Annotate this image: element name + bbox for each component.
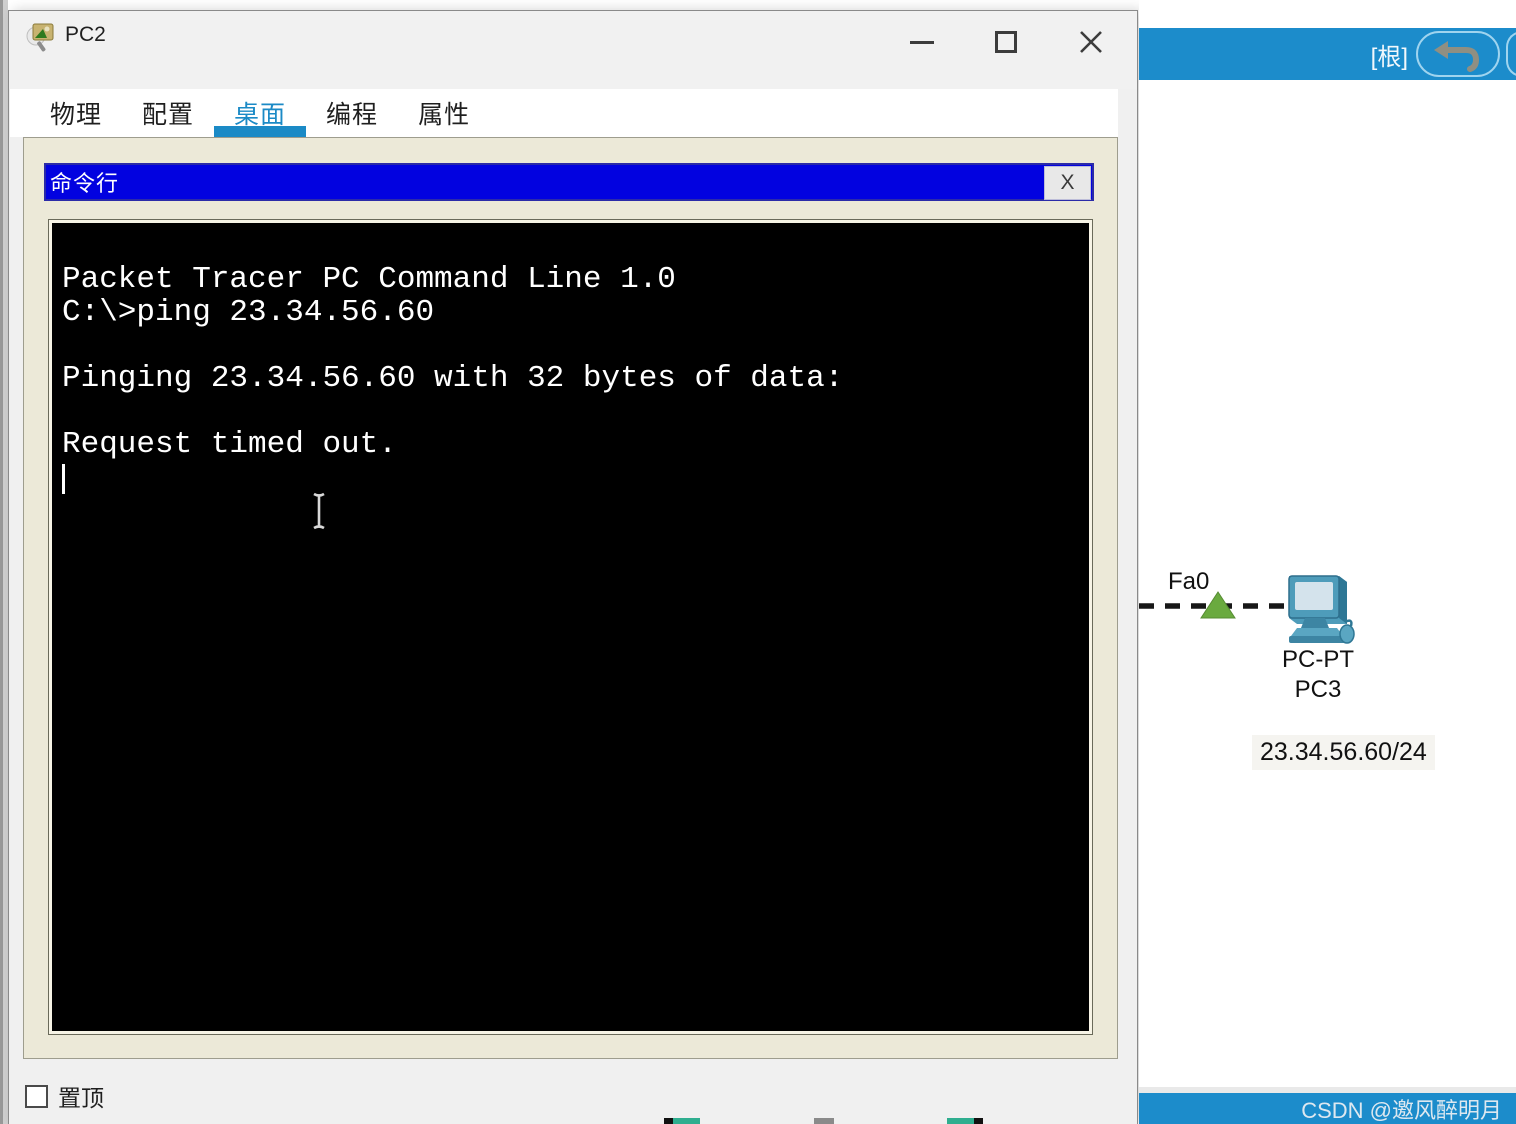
root-cluster-label: [根]	[1370, 43, 1408, 71]
pin-row: 置顶	[25, 1079, 104, 1113]
command-line-header: 命令行 X	[44, 163, 1094, 201]
mouse-ibeam-cursor	[310, 491, 328, 540]
device-dialog-icon	[23, 21, 57, 55]
desktop-tab-panel: 命令行 X Packet Tracer PC Command Line 1.0 …	[23, 137, 1118, 1059]
close-icon	[1080, 31, 1102, 53]
taskbar-icon-sliver	[664, 1118, 700, 1124]
partial-toolbar-button[interactable]	[1506, 31, 1516, 77]
window-title: PC2	[65, 23, 106, 46]
pc2-device-dialog: PC2 物理 配置 桌面 编程 属性 命令行 X Packet Tracer P…	[8, 10, 1138, 1124]
undo-arrow-icon	[1434, 41, 1480, 72]
workspace: [根]	[1139, 0, 1516, 1124]
minimize-button[interactable]	[898, 19, 946, 65]
maximize-icon	[995, 31, 1017, 53]
tab-config[interactable]: 配置	[122, 89, 214, 137]
terminal-line: Request timed out.	[62, 427, 397, 462]
terminal[interactable]: Packet Tracer PC Command Line 1.0 C:\>pi…	[48, 219, 1093, 1035]
minimize-icon	[910, 40, 934, 44]
keep-on-top-label: 置顶	[58, 1085, 104, 1111]
terminal-line: C:\>ping 23.34.56.60	[62, 295, 435, 330]
taskbar-icon-sliver	[947, 1118, 983, 1124]
pc3-device-icon[interactable]	[1281, 572, 1359, 653]
tab-physical[interactable]: 物理	[30, 89, 122, 137]
maximize-button[interactable]	[982, 19, 1030, 65]
terminal-caret	[62, 464, 65, 494]
taskbar-icon-sliver	[814, 1118, 834, 1124]
device-model-label: PC-PT	[1282, 646, 1354, 673]
workspace-toolbar: [根]	[1139, 28, 1516, 80]
undo-button[interactable]	[1416, 31, 1500, 77]
device-ip-label: 23.34.56.60/24	[1252, 735, 1435, 770]
command-line-title: 命令行	[50, 171, 120, 196]
titlebar[interactable]: PC2	[9, 11, 1137, 89]
screen: PC2 物理 配置 桌面 编程 属性 命令行 X Packet Tracer P…	[0, 0, 1516, 1124]
bottom-bar: CSDN @邀风醉明月	[1139, 1093, 1516, 1124]
csdn-watermark: CSDN @邀风醉明月	[1301, 1097, 1502, 1123]
terminal-line: Packet Tracer PC Command Line 1.0	[62, 262, 676, 297]
device-name-label: PC3	[1294, 676, 1342, 703]
tabbar: 物理 配置 桌面 编程 属性	[10, 89, 1118, 139]
close-button[interactable]	[1067, 19, 1115, 65]
terminal-line: Pinging 23.34.56.60 with 32 bytes of dat…	[62, 361, 844, 396]
terminal-prompt-line	[62, 461, 1089, 503]
link-status-up-arrow-icon	[1198, 590, 1238, 625]
tab-programming[interactable]: 编程	[306, 89, 398, 137]
tab-desktop[interactable]: 桌面	[214, 89, 307, 139]
keep-on-top-checkbox[interactable]	[25, 1084, 48, 1108]
tab-attributes[interactable]: 属性	[398, 89, 490, 137]
command-line-close-button[interactable]: X	[1044, 166, 1091, 200]
